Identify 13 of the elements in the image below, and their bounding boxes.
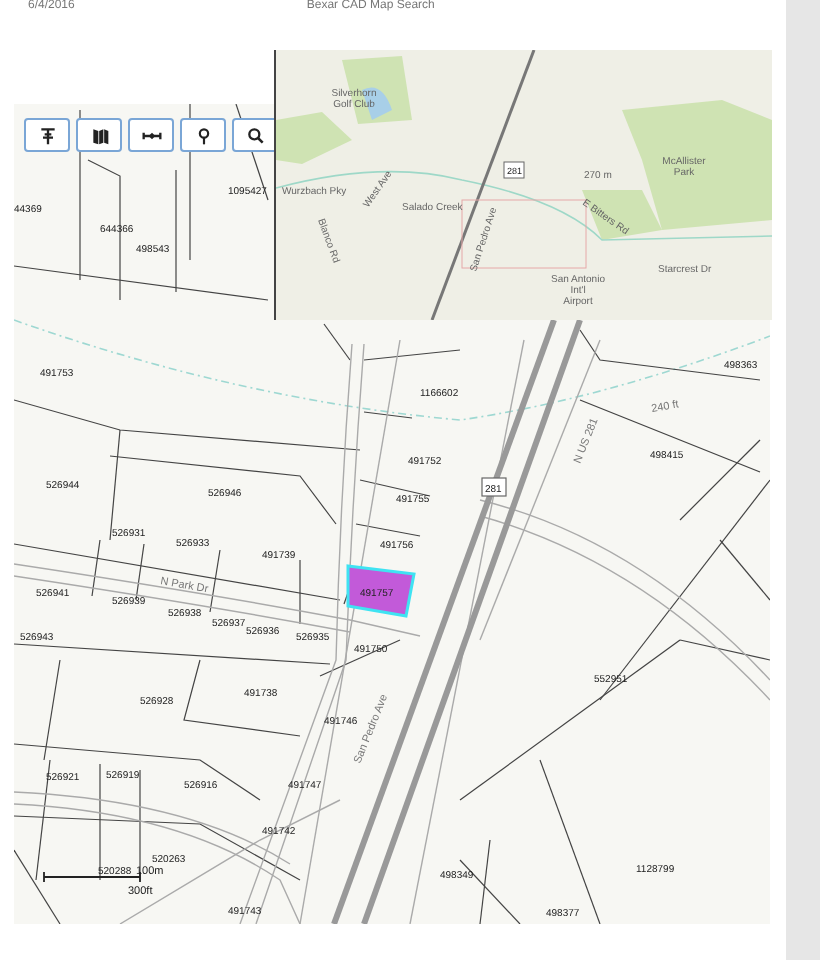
scale-bar — [43, 871, 141, 883]
map-tool-button[interactable] — [180, 118, 226, 152]
map-tool-button[interactable] — [24, 118, 70, 152]
pin-icon — [193, 125, 213, 145]
map-tool-button[interactable] — [232, 118, 278, 152]
map-tool-button[interactable] — [128, 118, 174, 152]
map-icon — [89, 125, 109, 145]
selected-parcel[interactable] — [346, 564, 416, 618]
scrollbar[interactable] — [786, 0, 820, 960]
search-icon — [245, 125, 265, 145]
map-tool-button[interactable] — [76, 118, 122, 152]
extent-box — [461, 199, 587, 269]
layers-icon — [37, 125, 57, 145]
